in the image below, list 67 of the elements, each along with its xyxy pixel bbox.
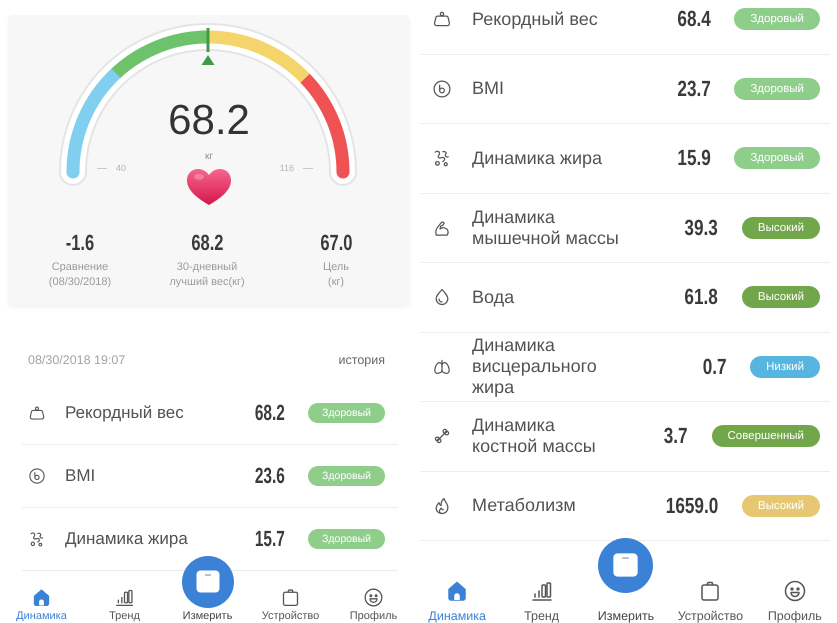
- status-badge: Здоровый: [308, 529, 385, 549]
- metric-label: Динамика висцерального жира: [472, 334, 598, 399]
- kettlebell-icon: [432, 9, 452, 30]
- metric-value: 23.7: [676, 78, 710, 100]
- tab-item[interactable]: Устройство: [678, 579, 744, 623]
- stat-value: -1.6: [66, 231, 94, 255]
- metric-label: BMI: [65, 466, 96, 486]
- tab-item[interactable]: Тренд: [524, 579, 560, 623]
- metric-label: Динамика жира: [472, 148, 604, 169]
- metric-label: Динамика мышечной массы: [472, 206, 620, 249]
- scale-icon: [182, 556, 234, 608]
- status-badge: Здоровый: [308, 403, 385, 423]
- heart-icon: [186, 168, 232, 206]
- stat-value: 67.0: [320, 231, 352, 255]
- metric-value: 68.4: [676, 8, 710, 30]
- tab-item[interactable]: Динамика: [428, 579, 486, 623]
- history-link[interactable]: история: [338, 352, 385, 368]
- metric-label: Динамика жира: [65, 528, 189, 550]
- smiley-icon: [363, 587, 384, 608]
- status-badge: Высокий: [742, 494, 820, 517]
- metric-label: Рекордный вес: [65, 402, 185, 424]
- scale-icon: [598, 538, 654, 593]
- metric-value: 15.9: [676, 147, 710, 170]
- metric-value: 15.7: [255, 528, 286, 550]
- squiggle-icon: [28, 530, 46, 548]
- scale-min-label: 40: [116, 162, 126, 174]
- status-badge: Высокий: [742, 286, 820, 308]
- metric-value: 0.7: [702, 356, 726, 378]
- stat-label: 30-дневный лучший вес(кг): [169, 260, 245, 290]
- stat-label: Цель (кг): [322, 260, 350, 290]
- metric-value: 3.7: [664, 425, 688, 448]
- metric-label: Метаболизм: [472, 495, 577, 516]
- metric-value: 1659.0: [665, 494, 718, 517]
- measurement-date: 08/30/2018 19:07: [28, 352, 126, 368]
- metric-value: 23.6: [255, 465, 286, 487]
- status-badge: Здоровый: [308, 466, 385, 486]
- tab-item[interactable]: Измерить: [598, 538, 654, 623]
- metric-label: Рекордный вес: [472, 8, 599, 30]
- squiggle-icon: [432, 148, 452, 168]
- tab-item[interactable]: Тренд: [109, 587, 140, 623]
- status-badge: Здоровый: [734, 8, 820, 30]
- tab-item[interactable]: Устройство: [262, 587, 320, 623]
- status-badge: Здоровый: [734, 147, 820, 170]
- stat-label: Сравнение (08/30/2018): [48, 260, 112, 290]
- status-badge: Совершенный: [712, 425, 820, 448]
- metric-label: BMI: [472, 78, 506, 100]
- kettlebell-icon: [28, 404, 46, 422]
- bar-chart-icon: [114, 587, 135, 608]
- tab-item[interactable]: Профиль: [768, 579, 822, 623]
- metric-label: Вода: [472, 286, 516, 308]
- status-badge: Высокий: [742, 216, 820, 239]
- tab-item[interactable]: Измерить: [182, 556, 234, 623]
- circled-letter-icon: [28, 467, 46, 485]
- circled-letter-icon: [432, 78, 452, 99]
- tab-item[interactable]: Профиль: [350, 587, 398, 623]
- metric-value: 61.8: [684, 286, 718, 308]
- status-badge: Низкий: [750, 356, 820, 378]
- gauge-value: 68.2: [168, 98, 250, 142]
- metric-value: 39.3: [684, 216, 718, 239]
- tab-item[interactable]: Динамика: [16, 587, 67, 623]
- scale-max-label: 116: [280, 162, 294, 174]
- metric-label: Динамика костной массы: [472, 415, 597, 458]
- unit-label: кг: [204, 151, 214, 163]
- metric-value: 68.2: [255, 402, 286, 424]
- smiley-icon: [782, 579, 807, 603]
- status-badge: Здоровый: [734, 78, 820, 100]
- stat-value: 68.2: [190, 231, 224, 255]
